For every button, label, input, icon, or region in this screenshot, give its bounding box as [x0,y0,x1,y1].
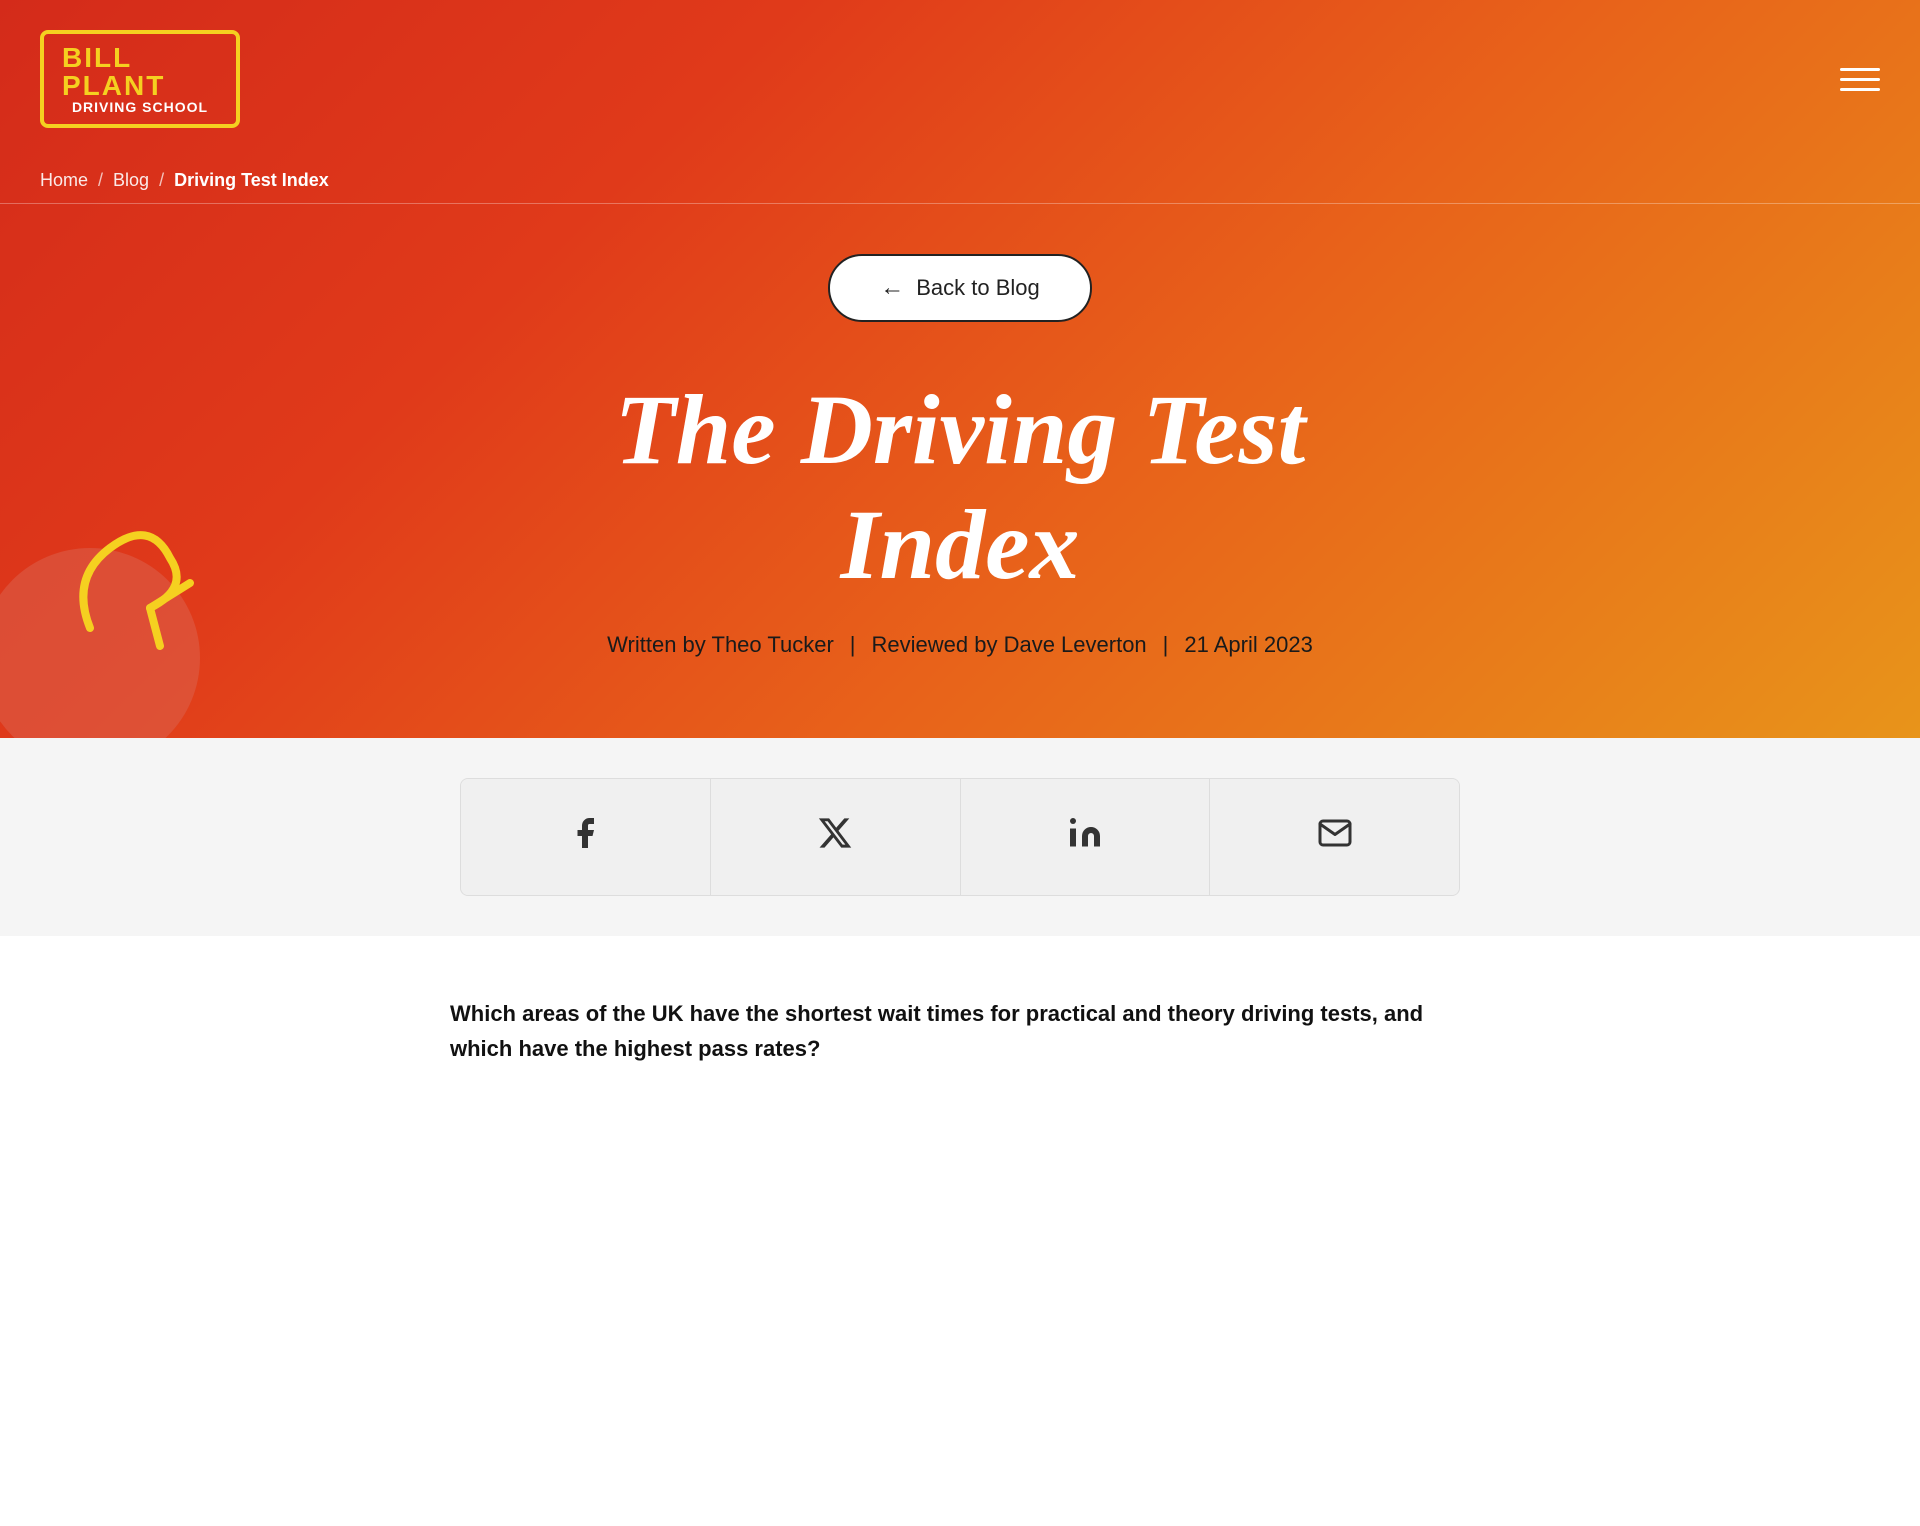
social-share-bar [460,778,1460,896]
meta-separator-2: | [1163,632,1169,658]
page-title: The Driving Test Index [510,372,1410,602]
article-date: 21 April 2023 [1184,632,1312,658]
x-icon [817,815,853,859]
hamburger-menu[interactable] [1840,68,1880,91]
nav-bar: BILL PLANT DRIVING SCHOOL [0,0,1920,158]
breadcrumb-separator: / [98,170,103,191]
back-arrow-icon: ← [880,274,904,302]
hamburger-line [1840,88,1880,91]
logo-box: BILL PLANT DRIVING SCHOOL [40,30,240,128]
hamburger-line [1840,78,1880,81]
facebook-share-button[interactable] [461,779,711,895]
breadcrumb-separator: / [159,170,164,191]
breadcrumb-current: Driving Test Index [174,170,329,191]
article-content: Which areas of the UK have the shortest … [410,936,1510,1166]
article-intro: Which areas of the UK have the shortest … [450,996,1470,1066]
meta-separator-1: | [850,632,856,658]
email-share-button[interactable] [1210,779,1459,895]
hamburger-line [1840,68,1880,71]
logo-line1: BILL PLANT [62,44,218,100]
social-share-section [0,738,1920,936]
back-to-blog-button[interactable]: ← Back to Blog [828,254,1092,322]
linkedin-icon [1067,815,1103,859]
reviewed-by: Reviewed by Dave Leverton [872,632,1147,658]
written-by: Written by Theo Tucker [607,632,834,658]
hero-section: BILL PLANT DRIVING SCHOOL Home / Blog / … [0,0,1920,738]
breadcrumb-home[interactable]: Home [40,170,88,191]
back-button-label: Back to Blog [916,275,1040,301]
facebook-icon [567,815,603,859]
article-meta: Written by Theo Tucker | Reviewed by Dav… [607,632,1313,658]
logo-line2: DRIVING SCHOOL [72,100,208,114]
linkedin-share-button[interactable] [961,779,1211,895]
hero-content: ← Back to Blog The Driving Test Index Wr… [0,204,1920,738]
breadcrumb: Home / Blog / Driving Test Index [0,158,1920,204]
twitter-share-button[interactable] [711,779,961,895]
email-icon [1317,815,1353,859]
breadcrumb-blog[interactable]: Blog [113,170,149,191]
logo[interactable]: BILL PLANT DRIVING SCHOOL [40,24,240,134]
